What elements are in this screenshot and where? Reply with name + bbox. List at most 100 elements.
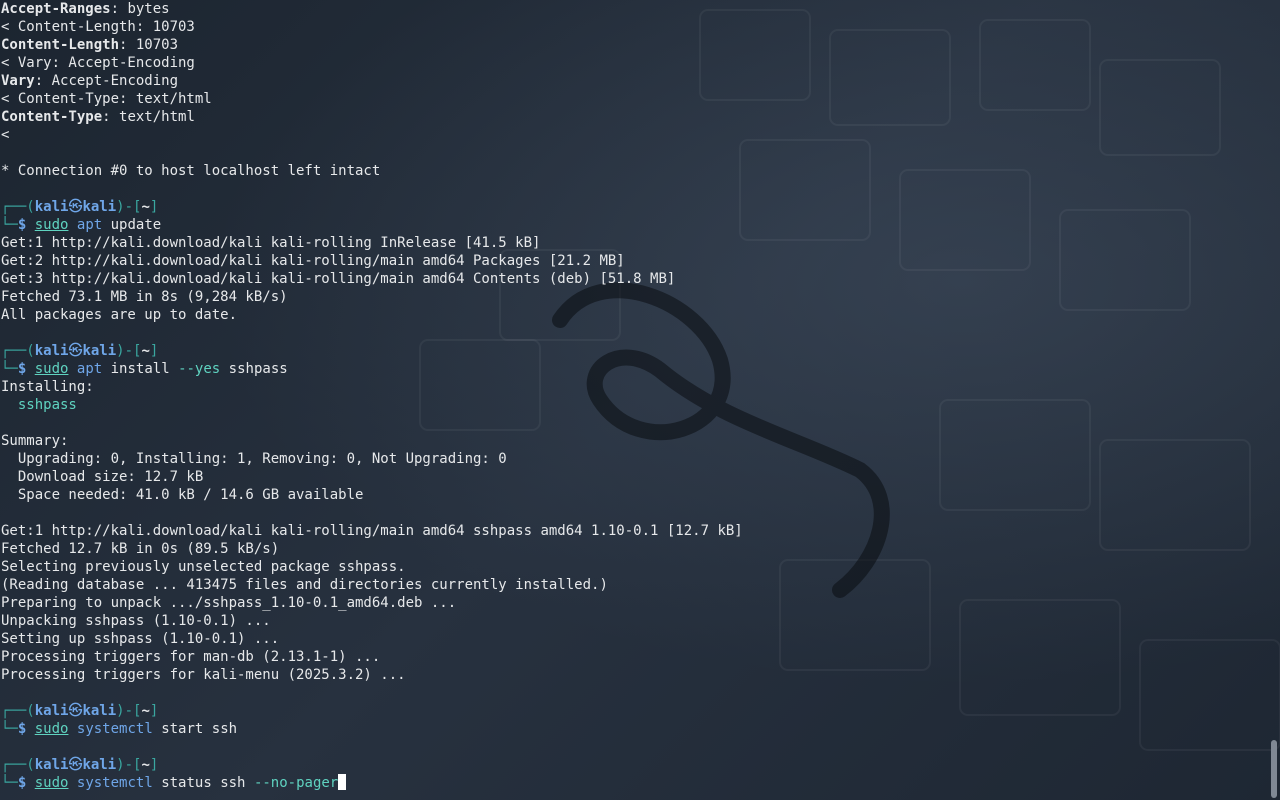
command-token-cmd: apt bbox=[76, 217, 103, 233]
output-line: Get:3 http://kali.download/kali kali-rol… bbox=[1, 271, 676, 287]
http-header-line: Vary: Accept-Encoding bbox=[1, 72, 1261, 90]
output-line: (Reading database ... 413475 files and d… bbox=[1, 577, 608, 593]
prompt-symbol: $ bbox=[17, 217, 27, 233]
current-command-line[interactable]: └─$ sudo systemctl status ssh --no-pager bbox=[1, 774, 1261, 792]
command-token-sudo: sudo bbox=[34, 217, 69, 233]
output-line: < Content-Type: text/html bbox=[1, 91, 212, 107]
http-header-line: Accept-Ranges: bytes bbox=[1, 0, 1261, 18]
output-line: Setting up sshpass (1.10-0.1) ... bbox=[1, 631, 280, 647]
prompt-header: ┌──(kali㉿kali)-[~] bbox=[1, 198, 1261, 216]
prompt-frame-bottom: └─ bbox=[1, 217, 18, 233]
header-value: 10703 bbox=[127, 37, 179, 53]
prompt-at-icon: ㉿ bbox=[68, 703, 83, 719]
command-token-arg: install bbox=[110, 361, 170, 377]
prompt-host: kali bbox=[82, 757, 117, 773]
command-token-arg: update bbox=[110, 217, 162, 233]
prompt-frame-mid: )-[ bbox=[116, 757, 142, 773]
http-header-line: Content-Type: text/html bbox=[1, 108, 1261, 126]
prompt-header: ┌──(kali㉿kali)-[~] bbox=[1, 342, 1261, 360]
prompt-user: kali bbox=[34, 199, 69, 215]
prompt-directory: ~ bbox=[141, 757, 150, 773]
scrollbar-thumb[interactable] bbox=[1271, 740, 1277, 798]
prompt-frame-bottom: └─ bbox=[1, 721, 18, 737]
command-token-cmd: systemctl bbox=[76, 721, 153, 737]
prompt-host: kali bbox=[82, 199, 117, 215]
header-colon: : bbox=[110, 1, 120, 17]
command-token-sudo: sudo bbox=[34, 361, 69, 377]
command-token-flag: --yes bbox=[178, 361, 221, 377]
prompt-at-icon: ㉿ bbox=[68, 757, 83, 773]
output-line: Get:1 http://kali.download/kali kali-rol… bbox=[1, 523, 743, 539]
prompt-user: kali bbox=[34, 703, 69, 719]
prompt-symbol: $ bbox=[17, 721, 27, 737]
command-line: └─$ sudo apt update bbox=[1, 216, 1261, 234]
prompt-frame-right: ] bbox=[149, 199, 159, 215]
header-key: Accept-Ranges bbox=[1, 1, 111, 17]
output-line: Fetched 12.7 kB in 0s (89.5 kB/s) bbox=[1, 541, 280, 557]
output-line: Download size: 12.7 kB bbox=[1, 469, 204, 485]
command-token-arg: sshpass bbox=[228, 361, 288, 377]
prompt-frame-right: ] bbox=[149, 757, 159, 773]
command-line: └─$ sudo apt install --yes sshpass bbox=[1, 360, 1261, 378]
prompt-header: ┌──(kali㉿kali)-[~] bbox=[1, 702, 1261, 720]
prompt-user: kali bbox=[34, 757, 69, 773]
prompt-symbol: $ bbox=[17, 775, 27, 791]
terminal-output[interactable]: Accept-Ranges: bytes < Content-Length: 10… bbox=[1, 0, 1261, 800]
prompt-directory: ~ bbox=[141, 343, 150, 359]
output-line: Selecting previously unselected package … bbox=[1, 559, 406, 575]
output-line: Get:2 http://kali.download/kali kali-rol… bbox=[1, 253, 625, 269]
text-cursor bbox=[338, 774, 347, 790]
prompt-frame-left: ┌──( bbox=[1, 703, 35, 719]
prompt-frame-right: ] bbox=[149, 703, 159, 719]
output-line: Space needed: 41.0 kB / 14.6 GB availabl… bbox=[1, 487, 364, 503]
output-line: < Content-Length: 10703 bbox=[1, 19, 195, 35]
output-line: Unpacking sshpass (1.10-0.1) ... bbox=[1, 613, 271, 629]
output-line: < Vary: Accept-Encoding bbox=[1, 55, 195, 71]
terminal-scrollbar[interactable] bbox=[1268, 0, 1280, 800]
prompt-at-icon: ㉿ bbox=[68, 199, 83, 215]
header-colon: : bbox=[34, 73, 44, 89]
header-key: Content-Length bbox=[1, 37, 120, 53]
output-line: All packages are up to date. bbox=[1, 307, 238, 323]
command-token-sudo: sudo bbox=[34, 721, 69, 737]
output-line: Summary: bbox=[1, 433, 69, 449]
prompt-host: kali bbox=[82, 343, 117, 359]
prompt-frame-right: ] bbox=[149, 343, 159, 359]
prompt-host: kali bbox=[82, 703, 117, 719]
prompt-header: ┌──(kali㉿kali)-[~] bbox=[1, 756, 1261, 774]
command-token-flag: --no-pager bbox=[253, 775, 339, 791]
output-line: Processing triggers for kali-menu (2025.… bbox=[1, 667, 406, 683]
prompt-directory: ~ bbox=[141, 703, 150, 719]
command-token-arg: start bbox=[161, 721, 204, 737]
prompt-frame-mid: )-[ bbox=[116, 343, 142, 359]
command-token-arg: status bbox=[161, 775, 212, 791]
prompt-frame-mid: )-[ bbox=[116, 703, 142, 719]
command-token-cmd: systemctl bbox=[76, 775, 153, 791]
command-token-sudo: sudo bbox=[34, 775, 69, 791]
prompt-frame-left: ┌──( bbox=[1, 343, 35, 359]
prompt-frame-bottom: └─ bbox=[1, 775, 18, 791]
prompt-user: kali bbox=[34, 343, 69, 359]
package-name-line: sshpass bbox=[1, 397, 77, 413]
output-line: Installing: bbox=[1, 379, 94, 395]
header-value: bytes bbox=[119, 1, 170, 17]
output-line: Fetched 73.1 MB in 8s (9,284 kB/s) bbox=[1, 289, 288, 305]
prompt-frame-mid: )-[ bbox=[116, 199, 142, 215]
prompt-directory: ~ bbox=[141, 199, 150, 215]
header-value: Accept-Encoding bbox=[43, 73, 179, 89]
command-token-arg: ssh bbox=[211, 721, 238, 737]
output-line: < bbox=[1, 127, 10, 143]
output-line: * Connection #0 to host localhost left i… bbox=[1, 163, 381, 179]
prompt-frame-left: ┌──( bbox=[1, 757, 35, 773]
prompt-frame-left: ┌──( bbox=[1, 199, 35, 215]
command-line: └─$ sudo systemctl start ssh bbox=[1, 720, 1261, 738]
header-value: text/html bbox=[110, 109, 195, 125]
output-line: Processing triggers for man-db (2.13.1-1… bbox=[1, 649, 381, 665]
output-line: Get:1 http://kali.download/kali kali-rol… bbox=[1, 235, 541, 251]
header-key: Vary bbox=[1, 73, 35, 89]
